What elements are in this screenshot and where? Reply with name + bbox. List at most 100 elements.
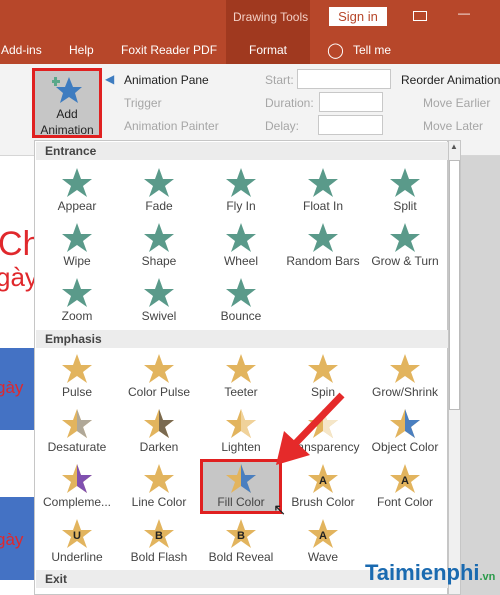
move-earlier-button[interactable]: Move Earlier <box>423 96 490 110</box>
animation-random-bars[interactable]: Random Bars <box>282 218 364 273</box>
star-icon <box>144 223 174 252</box>
scroll-up-icon[interactable]: ▲ <box>450 142 458 151</box>
star-icon <box>390 223 420 252</box>
star-icon <box>226 409 256 438</box>
svg-text:A: A <box>319 530 327 542</box>
add-animation-label: Add <box>56 107 78 121</box>
start-dropdown[interactable] <box>297 69 391 89</box>
animation-label: Random Bars <box>286 254 360 268</box>
animation-label: Fade <box>145 199 173 213</box>
animation-painter-button[interactable]: Animation Painter <box>124 119 219 133</box>
star-icon <box>226 464 256 493</box>
duration-field[interactable] <box>319 92 383 112</box>
delay-label: Delay: <box>265 119 300 133</box>
sign-in-button[interactable]: Sign in <box>329 7 387 26</box>
star-icon: A <box>390 464 420 493</box>
svg-text:U: U <box>73 530 81 542</box>
animation-label: Wipe <box>63 254 91 268</box>
animation-appear[interactable]: Appear <box>36 163 118 218</box>
animation-color-pulse[interactable]: Color Pulse <box>118 349 200 404</box>
animation-pane-button[interactable]: Animation Pane <box>124 73 209 87</box>
slide-text: gày <box>0 262 38 292</box>
animation-float-in[interactable]: Float In <box>282 163 364 218</box>
mouse-cursor-icon: ↖ <box>273 502 287 519</box>
star-icon <box>62 278 92 307</box>
star-plus-icon <box>52 77 82 103</box>
animation-underline[interactable]: U Underline <box>36 514 118 569</box>
animation-label: Grow/Shrink <box>371 385 439 399</box>
star-icon <box>308 168 338 197</box>
start-label: Start: <box>265 73 294 87</box>
star-icon: B <box>226 519 256 548</box>
animation-line-color[interactable]: Line Color <box>118 459 200 514</box>
ribbon-display-options-icon[interactable] <box>413 11 427 21</box>
animation-split[interactable]: Split <box>364 163 446 218</box>
animation-swivel[interactable]: Swivel <box>118 273 200 328</box>
animation-pane-icon: ◀ <box>105 72 115 86</box>
star-icon: A <box>308 519 338 548</box>
star-icon <box>308 223 338 252</box>
animation-shape[interactable]: Shape <box>118 218 200 273</box>
lightbulb-icon: ◯ <box>327 42 344 59</box>
animation-zoom[interactable]: Zoom <box>36 273 118 328</box>
animation-fade[interactable]: Fade <box>118 163 200 218</box>
star-icon <box>144 409 174 438</box>
animation-bold-reveal[interactable]: B Bold Reveal <box>200 514 282 569</box>
animation-label: Appear <box>57 199 97 213</box>
animation-font-color[interactable]: A Font Color <box>364 459 446 514</box>
star-icon <box>144 168 174 197</box>
animation-label: Line Color <box>131 495 187 509</box>
animation-label: Fill Color <box>217 495 265 509</box>
animation-pulse[interactable]: Pulse <box>36 349 118 404</box>
animation-gallery: Entrance Emphasis Exit Appear Fade Fly In F… <box>34 140 448 595</box>
animation-grow-shrink[interactable]: Grow/Shrink <box>364 349 446 404</box>
animation-label: Darken <box>139 440 179 454</box>
animation-darken[interactable]: Darken <box>118 404 200 459</box>
animation-wipe[interactable]: Wipe <box>36 218 118 273</box>
animation-grow-turn[interactable]: Grow & Turn <box>364 218 446 273</box>
add-animation-label-2: Animation <box>40 123 94 137</box>
animation-object-color[interactable]: Object Color <box>364 404 446 459</box>
animation-bounce[interactable]: Bounce <box>200 273 282 328</box>
tab-foxit[interactable]: Foxit Reader PDF <box>121 43 217 57</box>
tab-add-ins[interactable]: Add-ins <box>1 43 42 57</box>
context-group-label: Drawing Tools <box>233 10 309 24</box>
star-icon <box>144 278 174 307</box>
reorder-label: Reorder Animation <box>401 73 500 87</box>
animation-label: Bounce <box>220 309 262 323</box>
star-icon <box>62 168 92 197</box>
star-icon <box>226 223 256 252</box>
minimize-button[interactable]: — <box>458 6 470 20</box>
star-icon <box>62 464 92 493</box>
animation-fly-in[interactable]: Fly In <box>200 163 282 218</box>
delay-field[interactable] <box>318 115 383 135</box>
animation-label: Float In <box>302 199 344 213</box>
tab-format[interactable]: Format <box>249 43 287 57</box>
star-icon <box>308 354 338 383</box>
star-icon <box>62 354 92 383</box>
animation-label: Split <box>393 199 417 213</box>
animation-wave[interactable]: A Wave <box>282 514 364 569</box>
entrance-header: Entrance <box>36 142 448 160</box>
slide-text: gày <box>0 378 24 397</box>
animation-label: Color Pulse <box>127 385 191 399</box>
tab-help[interactable]: Help <box>69 43 94 57</box>
move-later-button[interactable]: Move Later <box>423 119 483 133</box>
animation-label: Object Color <box>371 440 439 454</box>
animation-desaturate[interactable]: Desaturate <box>36 404 118 459</box>
trigger-button[interactable]: Trigger <box>124 96 162 110</box>
star-icon <box>226 354 256 383</box>
star-icon <box>390 354 420 383</box>
animation-wheel[interactable]: Wheel <box>200 218 282 273</box>
add-animation-button[interactable]: Add Animation <box>32 68 102 138</box>
svg-text:B: B <box>155 530 163 542</box>
slide-text: gày <box>0 530 24 549</box>
tell-me-search[interactable]: Tell me <box>353 43 391 57</box>
scrollbar-thumb[interactable] <box>449 160 460 410</box>
animation-bold-flash[interactable]: B Bold Flash <box>118 514 200 569</box>
star-icon <box>390 168 420 197</box>
star-icon <box>390 409 420 438</box>
star-icon: B <box>144 519 174 548</box>
animation-label: Bold Reveal <box>208 550 274 564</box>
animation-compleme[interactable]: Compleme... <box>36 459 118 514</box>
